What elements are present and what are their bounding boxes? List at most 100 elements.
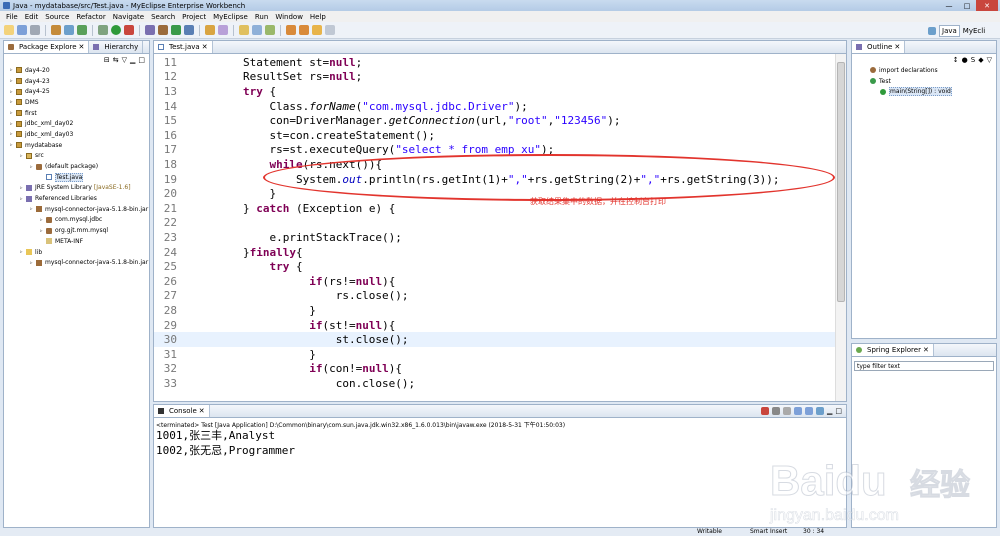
new-icon[interactable] xyxy=(4,25,14,35)
new-package-icon[interactable] xyxy=(158,25,168,35)
tree-item[interactable]: ▹ JRE System Library [JavaSE-1.6] xyxy=(4,183,149,194)
code-line[interactable]: 17 rs=st.executeQuery("select * from emp… xyxy=(154,143,836,158)
tree-item[interactable]: ▹ src xyxy=(4,151,149,162)
close-icon[interactable]: ✕ xyxy=(79,43,85,51)
tree-item[interactable]: ▹ mysql-connector-java-5.1.8-bin.jar xyxy=(4,204,149,215)
sort-icon[interactable]: ↕ xyxy=(953,56,959,64)
code-line[interactable]: 26 if (rs!= null){ xyxy=(154,274,836,289)
clear-console-icon[interactable] xyxy=(782,407,791,415)
menu-navigate[interactable]: Navigate xyxy=(113,13,144,21)
code-line[interactable]: 23 e.printStackTrace(); xyxy=(154,230,836,245)
code-line[interactable]: 14 Class. forName("com.mysql.jdbc.Driver"… xyxy=(154,99,836,114)
tree-item[interactable]: ▹ day4-25 xyxy=(4,86,149,97)
close-icon[interactable]: ✕ xyxy=(202,43,208,51)
forward-icon[interactable] xyxy=(325,25,335,35)
hide-fields-icon[interactable]: ● xyxy=(962,56,968,64)
tree-item[interactable]: ▹ mysql-connector-java-5.1.8-bin.jar xyxy=(4,257,149,268)
display-console-icon[interactable] xyxy=(815,407,824,415)
outline-item[interactable]: Test xyxy=(852,76,996,87)
remove-launch-icon[interactable] xyxy=(771,407,780,415)
tree-item[interactable]: ▹ mydatabase xyxy=(4,140,149,151)
close-button[interactable]: ✕ xyxy=(976,0,998,11)
code-line[interactable]: 15 con=DriverManager. getConnection (url, "… xyxy=(154,113,836,128)
tree-item[interactable]: META-INF xyxy=(4,236,149,247)
editor-scrollbar[interactable] xyxy=(835,54,846,401)
open-type-icon[interactable] xyxy=(205,25,215,35)
browser-icon[interactable] xyxy=(77,25,87,35)
tree-item[interactable]: ▹ DMS xyxy=(4,97,149,108)
menu-help[interactable]: Help xyxy=(310,13,326,21)
view-menu-icon[interactable]: ▽ xyxy=(122,56,127,64)
code-line[interactable]: 20 } xyxy=(154,186,836,201)
code-line[interactable]: 32 if (con!= null){ xyxy=(154,362,836,377)
close-icon[interactable]: ✕ xyxy=(199,407,205,415)
code-line[interactable]: 22 xyxy=(154,216,836,231)
code-line[interactable]: 12 ResultSet rs= null; xyxy=(154,70,836,85)
close-icon[interactable]: ✕ xyxy=(923,346,929,354)
menu-window[interactable]: Window xyxy=(275,13,303,21)
tree-item[interactable]: ▹ (default package) xyxy=(4,161,149,172)
tab-test-java[interactable]: Test.java ✕ xyxy=(154,41,213,53)
scroll-lock-icon[interactable] xyxy=(793,407,802,415)
hide-static-icon[interactable]: S xyxy=(971,56,975,64)
outline-item[interactable]: import declarations xyxy=(852,65,996,76)
code-line[interactable]: 31 } xyxy=(154,347,836,362)
new-interface-icon[interactable] xyxy=(184,25,194,35)
debug-icon[interactable] xyxy=(98,25,108,35)
back-icon[interactable] xyxy=(312,25,322,35)
code-line[interactable]: 27 rs.close(); xyxy=(154,289,836,304)
external-tools-icon[interactable] xyxy=(124,25,134,35)
tree-item[interactable]: ▹ lib xyxy=(4,247,149,258)
spring-filter-input[interactable]: type filter text xyxy=(854,361,994,371)
tree-item[interactable]: ▹ com.mysql.jdbc xyxy=(4,215,149,226)
tree-item[interactable]: ▹ jdbc_xml_day03 xyxy=(4,129,149,140)
code-line[interactable]: 25 try { xyxy=(154,259,836,274)
pin-console-icon[interactable] xyxy=(804,407,813,415)
code-line[interactable]: 19 System. out .println(rs.getInt(1)+ "," +r… xyxy=(154,172,836,187)
new-class-icon[interactable] xyxy=(171,25,181,35)
show-whitespace-icon[interactable] xyxy=(265,25,275,35)
tab-outline[interactable]: Outline ✕ xyxy=(852,41,906,53)
print-icon[interactable] xyxy=(30,25,40,35)
menu-myeclipse[interactable]: MyEclipse xyxy=(213,13,248,21)
tab-hierarchy[interactable]: Hierarchy xyxy=(89,41,144,53)
view-menu-icon[interactable]: ▽ xyxy=(987,56,992,64)
run-icon[interactable] xyxy=(111,25,121,35)
new-java-project-icon[interactable] xyxy=(145,25,155,35)
tree-item[interactable]: Test.java xyxy=(4,172,149,183)
server-icon[interactable] xyxy=(51,25,61,35)
console-output[interactable]: 1001,张三丰,Analyst 1002,张无忌,Programmer xyxy=(154,428,846,458)
code-line[interactable]: 30 st.close(); xyxy=(154,332,836,347)
menu-file[interactable]: File xyxy=(6,13,18,21)
save-icon[interactable] xyxy=(17,25,27,35)
minimize-button[interactable]: — xyxy=(940,0,958,11)
code-line[interactable]: 11 Statement st= null; xyxy=(154,55,836,70)
menu-run[interactable]: Run xyxy=(255,13,268,21)
code-line[interactable]: 29 if (st!= null){ xyxy=(154,318,836,333)
menu-refactor[interactable]: Refactor xyxy=(76,13,105,21)
toggle-mark-icon[interactable] xyxy=(239,25,249,35)
tab-spring-explorer[interactable]: Spring Explorer ✕ xyxy=(852,344,934,356)
next-annotation-icon[interactable] xyxy=(286,25,296,35)
code-line[interactable]: 21 } catch (Exception e) { xyxy=(154,201,836,216)
code-line[interactable]: 16 st=con.createStatement(); xyxy=(154,128,836,143)
perspective-myeclipse[interactable]: MyEcli xyxy=(963,27,985,35)
tab-console[interactable]: Console ✕ xyxy=(154,405,210,417)
tab-package-explorer[interactable]: Package Explore ✕ xyxy=(4,41,90,53)
block-selection-icon[interactable] xyxy=(252,25,262,35)
menu-source[interactable]: Source xyxy=(45,13,69,21)
maximize-view-icon[interactable]: □ xyxy=(835,407,842,415)
code-line[interactable]: 24 } finally{ xyxy=(154,245,836,260)
minimize-view-icon[interactable]: ▁ xyxy=(130,56,135,64)
tree-item[interactable]: ▹ org.gjt.mm.mysql xyxy=(4,225,149,236)
code-line[interactable]: 13 try { xyxy=(154,84,836,99)
terminate-icon[interactable] xyxy=(760,407,769,415)
menu-search[interactable]: Search xyxy=(151,13,175,21)
tree-item[interactable]: ▹ day4-20 xyxy=(4,65,149,76)
tree-item[interactable]: ▹ day4-23 xyxy=(4,76,149,87)
tree-item[interactable]: ▹ jdbc_xml_day02 xyxy=(4,118,149,129)
code-area[interactable]: 11 Statement st= null; 12 ResultSet rs= nul… xyxy=(154,54,836,401)
maximize-button[interactable]: □ xyxy=(958,0,976,11)
search-icon[interactable] xyxy=(218,25,228,35)
perspective-java[interactable]: Java xyxy=(939,24,960,37)
